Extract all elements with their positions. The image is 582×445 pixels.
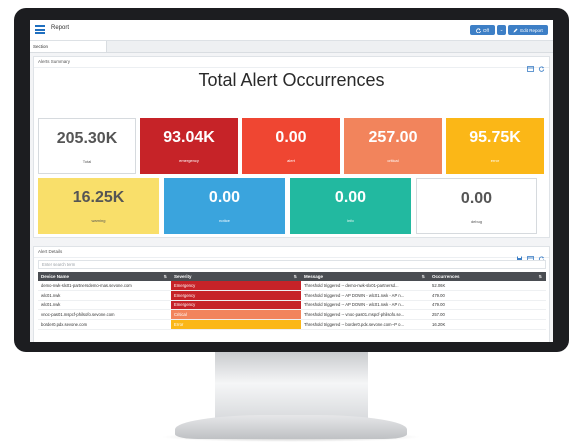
cell-severity: Critical [171,309,301,321]
tile-value: 93.04K [163,129,215,146]
cell-message: Threshold triggered -- AP DOWN - wlc01.n… [301,290,429,301]
column-header-occurrences[interactable]: Occurrences ⇅ [429,272,546,281]
tile-label: emergency [179,158,199,163]
monitor-base [175,415,407,439]
tile-label: critical [387,158,399,163]
tile-label: error [490,158,500,163]
cell-occurrences: 52.06K [429,281,546,291]
tile-critical: 257.00 critical [344,118,442,174]
monitor-stand [215,352,368,422]
cell-severity: Emergency [171,281,301,291]
panel-title: Alerts Summary [38,59,71,64]
table-row[interactable]: vnoc-pas01.mspcf-philsofo.sevone.com Crit… [38,309,546,321]
summary-heading: Total Alert Occurrences [198,70,385,90]
table-row[interactable]: wlc01.nwk Emergency Threshold triggered --… [38,300,546,311]
table-row[interactable]: demo-nwk-slx01-partnersdemo-mas.sevone.c… [38,281,546,291]
save-icon[interactable] [516,249,523,262]
alert-table: Device Name ⇅ Severity ⇅ Message ⇅ Occurren… [38,272,546,330]
menu-icon[interactable] [35,25,45,34]
cell-device: vnoc-pas01.mspcf-philsofo.sevone.com [38,309,171,321]
screen: Report Off ⌄ Edit Report Section Alerts … [30,20,553,342]
cell-device: wlc01.nwk [38,300,171,311]
sort-icon: ⇅ [293,274,297,279]
cell-severity: Emergency [171,300,301,311]
edit-report-button[interactable]: Edit Report [508,25,548,35]
cell-severity: Emergency [171,290,301,301]
cell-device: wlc01.nwk [38,290,171,301]
window-icon[interactable] [527,249,534,262]
tile-value: 0.00 [334,189,367,206]
cell-message: Threshold triggered -- demo-nwk-slx01-pa… [301,281,429,291]
sort-icon: ⇅ [163,274,167,279]
table-row[interactable]: border0.pdx.sevone.com Error Threshold tri… [38,319,546,330]
cell-occurrences: 479.00 [429,290,546,301]
cell-occurrences: 479.00 [429,300,546,311]
tile-warning: 16.25K warning [38,178,159,234]
cell-severity: Error [171,319,301,330]
refresh-icon[interactable] [538,249,545,262]
column-header-severity[interactable]: Severity ⇅ [171,272,301,281]
tile-value: 0.00 [208,189,241,206]
alerts-summary-panel: Alerts Summary Total Alert Occurrences 2… [33,56,550,238]
cell-device: border0.pdx.sevone.com [38,319,171,330]
tile-value: 205.30K [56,130,118,147]
tile-value: 0.00 [275,129,307,146]
tile-label: alert [287,158,295,163]
tile-debug: 0.00 debug [416,178,537,234]
refresh-off-label: Off [483,27,489,33]
cell-message: Threshold triggered -- border0.pdx.sevon… [301,319,429,330]
sort-icon: ⇅ [538,274,542,279]
tile-value: 95.75K [469,129,521,146]
app-title: Report [51,25,70,31]
tile-error: 95.75K error [446,118,544,174]
edit-report-label: Edit Report [520,27,543,33]
alert-details-panel: Alert Details Enter search term Device N… [33,246,550,342]
search-input[interactable]: Enter search term [38,260,546,269]
cell-message: Threshold triggered -- AP DOWN - wlc01.n… [301,300,429,311]
monitor-bezel: Report Off ⌄ Edit Report Section Alerts … [14,8,569,352]
table-header-row: Device Name ⇅ Severity ⇅ Message ⇅ Occurren… [38,272,546,281]
sort-icon: ⇅ [421,274,425,279]
refresh-icon[interactable] [538,59,545,72]
refresh-icon [476,27,481,33]
tile-notice: 0.00 notice [164,178,285,234]
refresh-off-button[interactable]: Off [470,25,495,35]
table-row[interactable]: wlc01.nwk Emergency Threshold triggered --… [38,290,546,301]
tab-section[interactable]: Section [30,41,107,52]
tile-label: Total [82,159,92,164]
refresh-dropdown-button[interactable]: ⌄ [497,25,506,35]
tile-info: 0.00 info [290,178,411,234]
cell-occurrences: 16.20K [429,319,546,330]
chevron-down-icon: ⌄ [499,27,504,32]
cell-message: Threshold triggered -- vnoc-pas01.mspcf-… [301,309,429,321]
tile-value: 257.00 [368,129,418,146]
tile-value: 0.00 [460,190,493,207]
tile-label: notice [219,218,230,223]
panel-title: Alert Details [38,249,63,254]
tile-label: debug [470,219,483,224]
tab-bar: Section [30,41,553,53]
column-header-message[interactable]: Message ⇅ [301,272,429,281]
tile-alert: 0.00 alert [242,118,340,174]
tile-label: warning [91,218,106,223]
panel-header: Alert Details [34,247,549,262]
panel-header: Alerts Summary [34,57,549,72]
tile-label: info [347,218,354,223]
app-header: Report Off ⌄ Edit Report [30,20,553,41]
cell-occurrences: 257.00 [429,309,546,321]
cell-device: demo-nwk-slx01-partnersdemo-mas.sevone.c… [38,281,171,291]
pencil-icon [513,28,518,32]
window-icon[interactable] [527,59,534,72]
column-header-device[interactable]: Device Name ⇅ [38,272,171,281]
tile-emergency: 93.04K emergency [140,118,238,174]
tile-total: 205.30K Total [38,118,136,174]
tile-value: 16.25K [72,189,125,206]
